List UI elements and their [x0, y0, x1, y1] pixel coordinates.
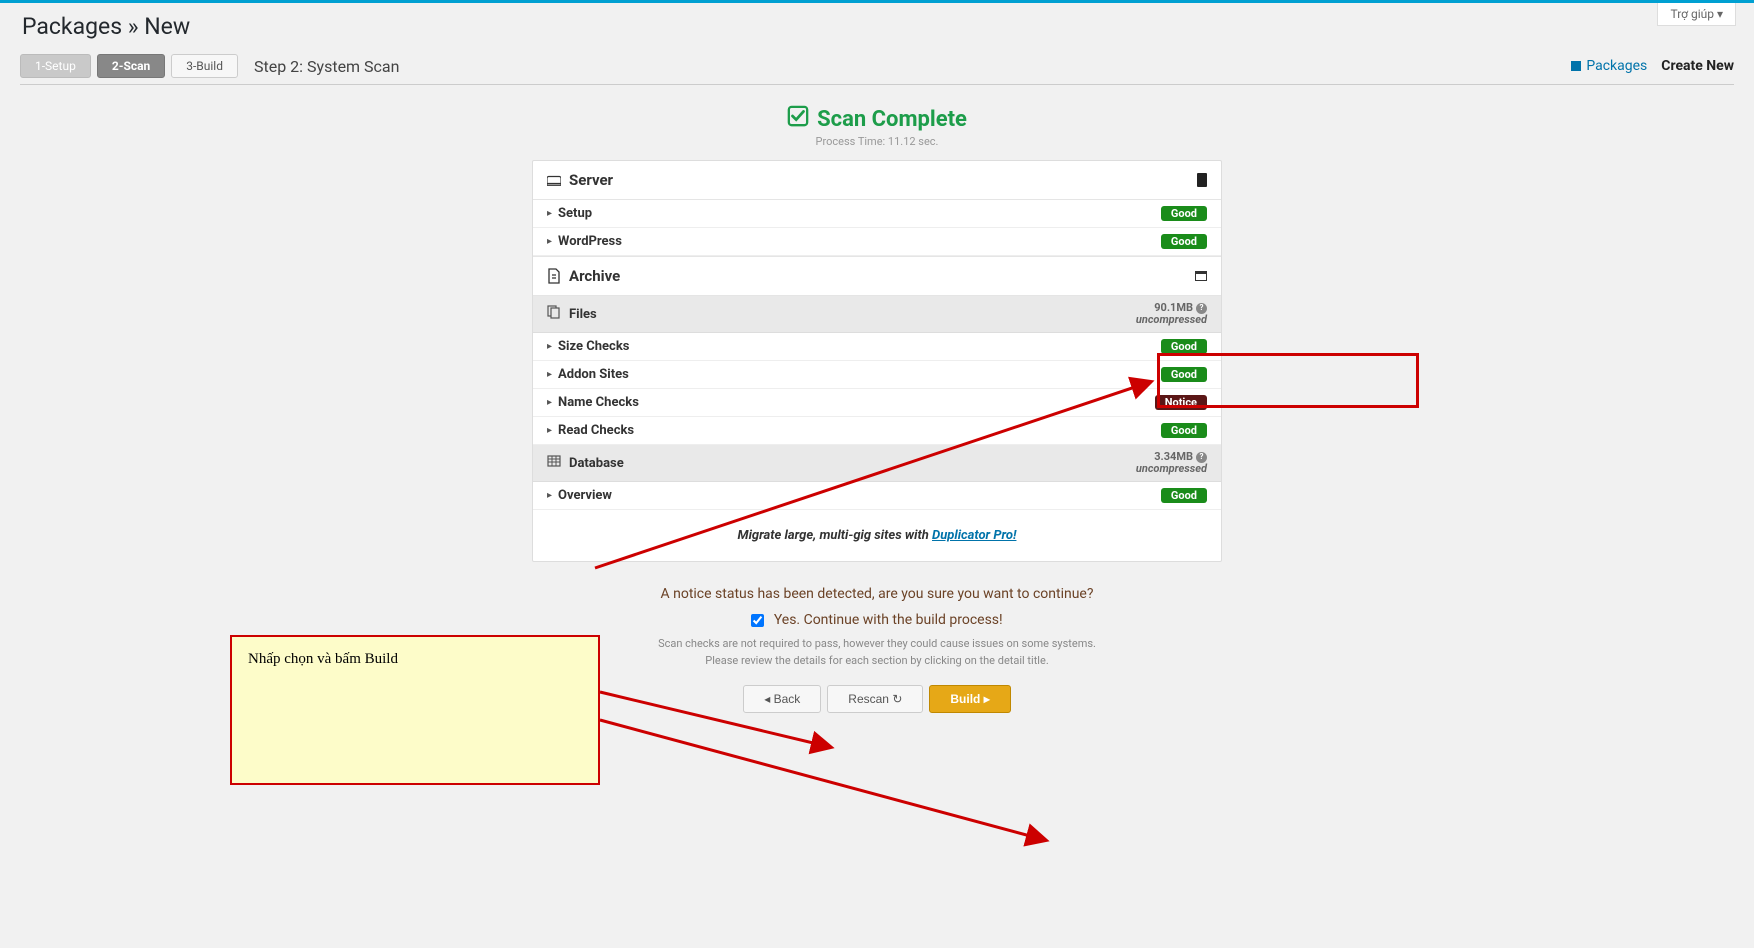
step-1-setup[interactable]: 1-Setup: [20, 54, 91, 78]
fine-print-1: Scan checks are not required to pass, ho…: [532, 636, 1222, 653]
caret-icon: ▸: [547, 341, 552, 352]
server-section-header: Server: [533, 161, 1221, 200]
packages-link[interactable]: Packages: [1571, 58, 1647, 74]
status-badge: Good: [1161, 206, 1207, 221]
server-heading-text: Server: [569, 171, 613, 189]
duplicator-pro-link[interactable]: Duplicator Pro!: [932, 528, 1016, 543]
db-uncompressed: uncompressed: [1136, 462, 1207, 475]
back-button[interactable]: ◂ Back: [743, 685, 821, 713]
archive-section-header: Archive: [533, 256, 1221, 296]
help-icon[interactable]: ?: [1196, 452, 1207, 463]
overview-row[interactable]: ▸ Overview Good: [533, 482, 1221, 510]
highlight-box: [1157, 353, 1419, 408]
name-checks-row[interactable]: ▸ Name Checks Notice: [533, 389, 1221, 417]
process-time: Process Time: 11.12 sec.: [532, 135, 1222, 148]
setup-label: Setup: [558, 206, 592, 221]
scan-title-text: Scan Complete: [817, 107, 967, 132]
size-checks-row[interactable]: ▸ Size Checks Good: [533, 333, 1221, 361]
server-icon: [547, 173, 561, 187]
addon-sites-row[interactable]: ▸ Addon Sites Good: [533, 361, 1221, 389]
confirm-checkbox[interactable]: [751, 614, 764, 627]
caret-icon: ▸: [547, 208, 552, 219]
name-label: Name Checks: [558, 395, 639, 410]
build-button[interactable]: Build ▸: [929, 685, 1010, 713]
confirm-label: Yes. Continue with the build process!: [774, 612, 1003, 628]
files-uncompressed: uncompressed: [1136, 313, 1207, 326]
read-checks-row[interactable]: ▸ Read Checks Good: [533, 417, 1221, 445]
check-icon: [787, 105, 809, 133]
step-label: Step 2: System Scan: [254, 57, 399, 76]
read-label: Read Checks: [558, 423, 634, 438]
database-label: Database: [569, 456, 624, 471]
archive-icon: [547, 269, 561, 283]
caret-icon: ▸: [547, 425, 552, 436]
database-subheader: Database 3.34MB ? uncompressed: [533, 445, 1221, 482]
size-checks-label: Size Checks: [558, 339, 629, 354]
page-title: Packages » New: [22, 13, 1734, 40]
overview-label: Overview: [558, 488, 612, 503]
status-badge: Good: [1161, 488, 1207, 503]
status-badge: Good: [1161, 234, 1207, 249]
status-badge: Good: [1161, 339, 1207, 354]
caret-icon: ▸: [547, 490, 552, 501]
archive-heading-text: Archive: [569, 267, 620, 285]
files-icon: [547, 305, 561, 323]
wordpress-label: WordPress: [558, 234, 622, 249]
files-label: Files: [569, 307, 597, 322]
packages-icon: [1571, 61, 1581, 71]
addon-label: Addon Sites: [558, 367, 629, 382]
fine-print-2: Please review the details for each secti…: [532, 653, 1222, 670]
step-2-scan[interactable]: 2-Scan: [97, 54, 165, 78]
scan-complete-title: Scan Complete: [532, 105, 1222, 133]
notice-message: A notice status has been detected, are y…: [532, 586, 1222, 602]
status-badge: Good: [1161, 423, 1207, 438]
promo-text: Migrate large, multi-gig sites with Dupl…: [533, 510, 1221, 561]
caret-icon: ▸: [547, 397, 552, 408]
database-icon: [547, 454, 561, 472]
step-toolbar: 1-Setup 2-Scan 3-Build Step 2: System Sc…: [20, 54, 1734, 85]
rescan-button[interactable]: Rescan ↻: [827, 685, 923, 713]
caret-icon: ▸: [547, 369, 552, 380]
caret-icon: ▸: [547, 236, 552, 247]
battery-icon: [1197, 173, 1207, 187]
step-3-build[interactable]: 3-Build: [171, 54, 238, 78]
window-icon: [1195, 271, 1207, 281]
help-tab[interactable]: Trợ giúp ▾: [1657, 3, 1736, 26]
help-icon[interactable]: ?: [1196, 303, 1207, 314]
annotation-box: Nhấp chọn và bấm Build: [230, 635, 600, 785]
create-new-link[interactable]: Create New: [1661, 58, 1734, 74]
wordpress-row[interactable]: ▸ WordPress Good: [533, 228, 1221, 256]
packages-link-label: Packages: [1586, 58, 1647, 74]
files-subheader: Files 90.1MB ? uncompressed: [533, 296, 1221, 333]
setup-row[interactable]: ▸ Setup Good: [533, 200, 1221, 228]
